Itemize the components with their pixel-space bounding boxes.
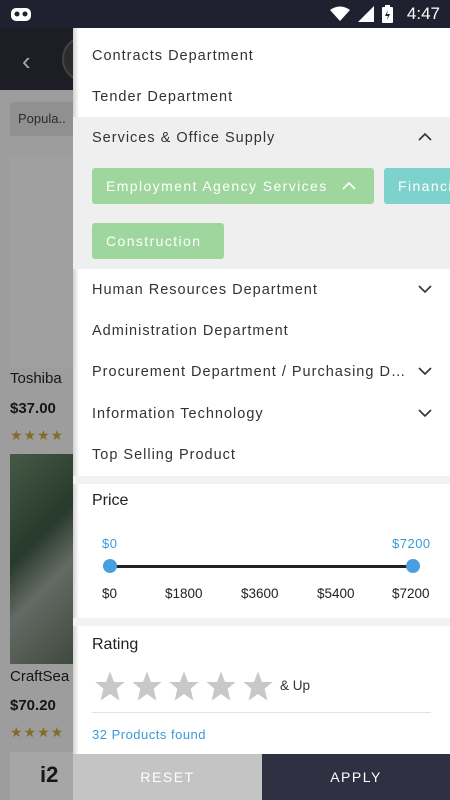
category-top-selling-product[interactable]: Top Selling Product [73, 434, 450, 475]
category-label: Top Selling Product [92, 446, 236, 463]
star-icon[interactable] [242, 670, 274, 702]
star-icon[interactable] [94, 670, 126, 702]
filter-drawer: Contracts Department Tender Department S… [73, 28, 450, 800]
chip-label: Construction [106, 233, 202, 249]
price-max-value: $7200 [392, 536, 431, 551]
apply-button[interactable]: APPLY [262, 754, 450, 800]
category-human-resources[interactable]: Human Resources Department [73, 269, 450, 310]
price-min-value: $0 [102, 536, 118, 551]
battery-icon [381, 5, 393, 23]
chevron-down-icon [418, 285, 432, 294]
status-bar: 4:47 [0, 0, 450, 28]
category-label: Procurement Department / Purchasing Depa… [92, 363, 410, 380]
filter-actions: RESET APPLY [73, 754, 450, 800]
star-icon[interactable] [205, 670, 237, 702]
price-slider-min-handle[interactable] [103, 559, 117, 573]
category-procurement[interactable]: Procurement Department / Purchasing Depa… [73, 351, 450, 392]
chevron-up-icon [418, 132, 432, 141]
price-tick: $5400 [317, 586, 355, 601]
section-divider [73, 618, 450, 626]
category-label: Contracts Department [92, 47, 254, 64]
signal-icon [357, 6, 374, 22]
price-slider-track[interactable] [110, 565, 413, 568]
price-tick: $3600 [241, 586, 279, 601]
chip-label: Financial Services [398, 178, 450, 194]
rating-stars [94, 670, 274, 702]
category-label: Information Technology [92, 405, 264, 422]
chip-construction[interactable]: Construction [92, 223, 224, 259]
category-tender-department[interactable]: Tender Department [73, 76, 450, 117]
price-tick: $0 [102, 586, 118, 601]
chip-label: Employment Agency Services [106, 178, 328, 194]
reset-button[interactable]: RESET [73, 754, 262, 800]
price-slider-max-handle[interactable] [406, 559, 420, 573]
star-icon[interactable] [168, 670, 200, 702]
category-administration[interactable]: Administration Department [73, 310, 450, 351]
star-icon[interactable] [131, 670, 163, 702]
category-information-technology[interactable]: Information Technology [73, 393, 450, 434]
drawer-scrim[interactable] [0, 28, 73, 800]
price-tick: $1800 [165, 586, 203, 601]
chip-employment-agency-services[interactable]: Employment Agency Services [92, 168, 374, 204]
chevron-up-icon [342, 181, 356, 190]
app-notification-icon [11, 8, 31, 21]
subcategory-panel: Employment Agency Services Financial Ser… [73, 158, 450, 269]
category-label: Services & Office Supply [92, 129, 276, 146]
category-label: Administration Department [92, 322, 289, 339]
rating-title: Rating [92, 636, 139, 653]
category-label: Human Resources Department [92, 281, 318, 298]
price-tick: $7200 [392, 586, 430, 601]
wifi-icon [329, 6, 350, 21]
chevron-down-icon [418, 367, 432, 376]
products-found-count: 32 Products found [92, 727, 207, 742]
category-services-office-supply[interactable]: Services & Office Supply [73, 117, 450, 158]
price-title: Price [92, 492, 129, 509]
chip-financial-services[interactable]: Financial Services [384, 168, 450, 204]
status-time: 4:47 [406, 4, 440, 23]
category-contracts-department[interactable]: Contracts Department [73, 35, 450, 76]
divider [92, 712, 431, 713]
rating-suffix: & Up [280, 678, 311, 693]
category-label: Tender Department [92, 88, 234, 105]
chevron-down-icon [418, 409, 432, 418]
section-divider [73, 476, 450, 484]
